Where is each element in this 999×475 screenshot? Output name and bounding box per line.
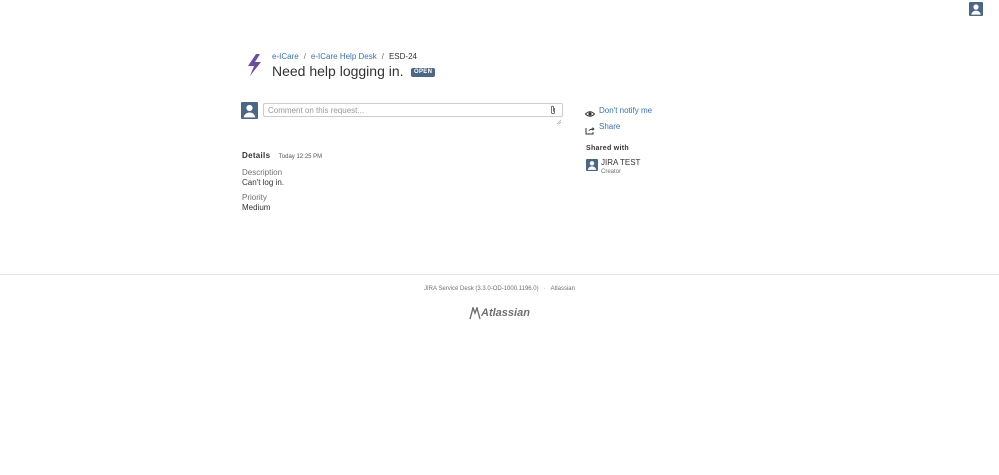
breadcrumb-separator: /	[303, 52, 306, 61]
field-label: Priority	[242, 193, 267, 202]
atlassian-figures-icon	[469, 307, 481, 320]
breadcrumb-portal-link[interactable]: e-ICare Help Desk	[311, 52, 377, 61]
request-actions: Don't notify me Share	[584, 105, 745, 137]
footer-separator: ·	[543, 286, 546, 292]
footer-version: JIRA Service Desk (3.3.0-OD-1000.1196.0)	[424, 286, 539, 292]
atlassian-logo-text: Atlassian	[481, 307, 530, 319]
eye-icon	[584, 106, 596, 117]
comment-avatar-icon	[241, 102, 258, 119]
shared-with-section: Shared with JIRA TEST Creator	[586, 145, 746, 178]
dont-notify-action[interactable]: Don't notify me	[584, 105, 745, 121]
field-priority: Priority Medium	[242, 193, 572, 213]
comment-placeholder: Comment on this request...	[268, 106, 365, 115]
breadcrumb: e-ICare / e-ICare Help Desk / ESD-24	[272, 52, 417, 62]
breadcrumb-separator: /	[381, 52, 384, 61]
comment-input[interactable]: Comment on this request...	[263, 103, 563, 125]
share-icon	[585, 122, 595, 135]
field-label: Description	[242, 168, 283, 177]
user-avatar-icon	[586, 158, 598, 171]
status-badge: OPEN	[411, 68, 436, 77]
share-link[interactable]: Share	[599, 122, 620, 131]
page-title: Need help logging in.	[272, 63, 404, 79]
field-value: Medium	[242, 203, 271, 212]
shared-user-name: JIRA TEST	[601, 158, 641, 167]
dont-notify-link[interactable]: Don't notify me	[599, 106, 652, 115]
details-section: Details Today 12:25 PM Description Can't…	[242, 145, 572, 213]
breadcrumb-issue-key: ESD-24	[388, 52, 417, 61]
field-value: Can't log in.	[242, 178, 284, 187]
share-action[interactable]: Share	[585, 121, 745, 137]
user-avatar-icon[interactable]	[969, 2, 983, 16]
details-heading: Details	[242, 151, 271, 160]
lightning-bolt-icon	[246, 54, 264, 76]
footer-atlassian-link[interactable]: Atlassian	[551, 286, 575, 292]
details-timestamp: Today 12:25 PM	[278, 154, 323, 160]
footer-divider	[0, 274, 999, 275]
shared-user: JIRA TEST Creator	[586, 158, 746, 178]
shared-user-role: Creator	[601, 169, 622, 175]
paperclip-icon[interactable]	[550, 105, 556, 118]
resize-grip-icon[interactable]	[556, 111, 562, 125]
footer-links: JIRA Service Desk (3.3.0-OD-1000.1196.0)…	[0, 286, 999, 292]
shared-with-heading: Shared with	[586, 145, 629, 152]
field-description: Description Can't log in.	[242, 168, 572, 188]
atlassian-logo[interactable]: Atlassian	[469, 307, 530, 321]
breadcrumb-project-link[interactable]: e-ICare	[272, 52, 299, 61]
